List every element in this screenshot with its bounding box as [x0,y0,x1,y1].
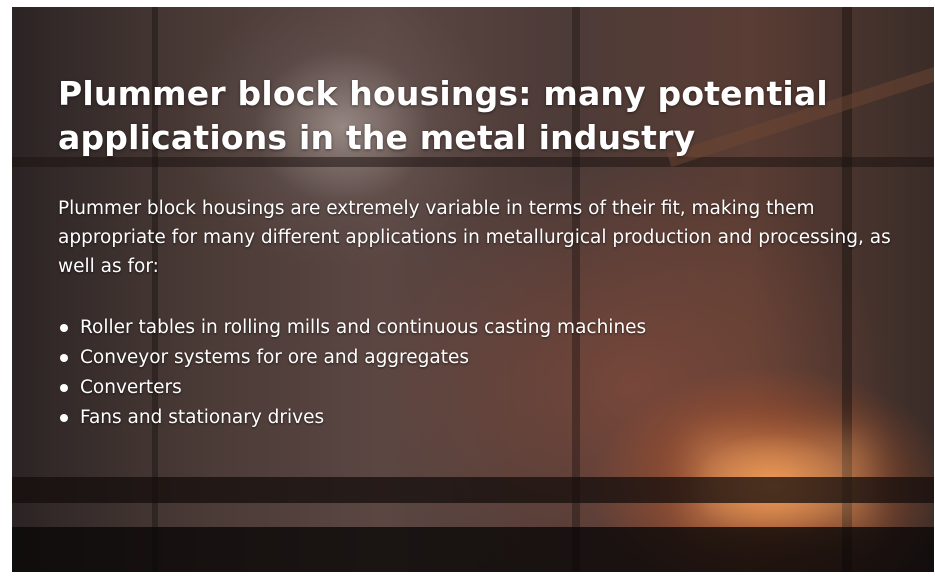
hero-intro: Plummer block housings are extremely var… [58,198,891,277]
list-item: Fans and stationary drives [58,403,918,433]
hero-content: Plummer block housings: many potential a… [58,72,918,433]
list-item: Roller tables in rolling mills and conti… [58,313,918,343]
bullet-icon [60,414,68,422]
list-item-label: Roller tables in rolling mills and conti… [80,317,647,338]
list-item: Conveyor systems for ore and aggregates [58,343,918,373]
list-item-label: Fans and stationary drives [80,407,325,428]
background-roller-table [12,477,934,503]
list-item: Converters [58,373,918,403]
applications-list: Roller tables in rolling mills and conti… [58,313,918,433]
list-item-label: Conveyor systems for ore and aggregates [80,347,469,368]
hero-banner: Plummer block housings: many potential a… [12,7,934,572]
bullet-icon [60,354,68,362]
list-item-label: Converters [80,377,182,398]
bullet-icon [60,324,68,332]
hero-title: Plummer block housings: many potential a… [58,74,828,157]
background-floor [12,527,934,572]
bullet-icon [60,384,68,392]
